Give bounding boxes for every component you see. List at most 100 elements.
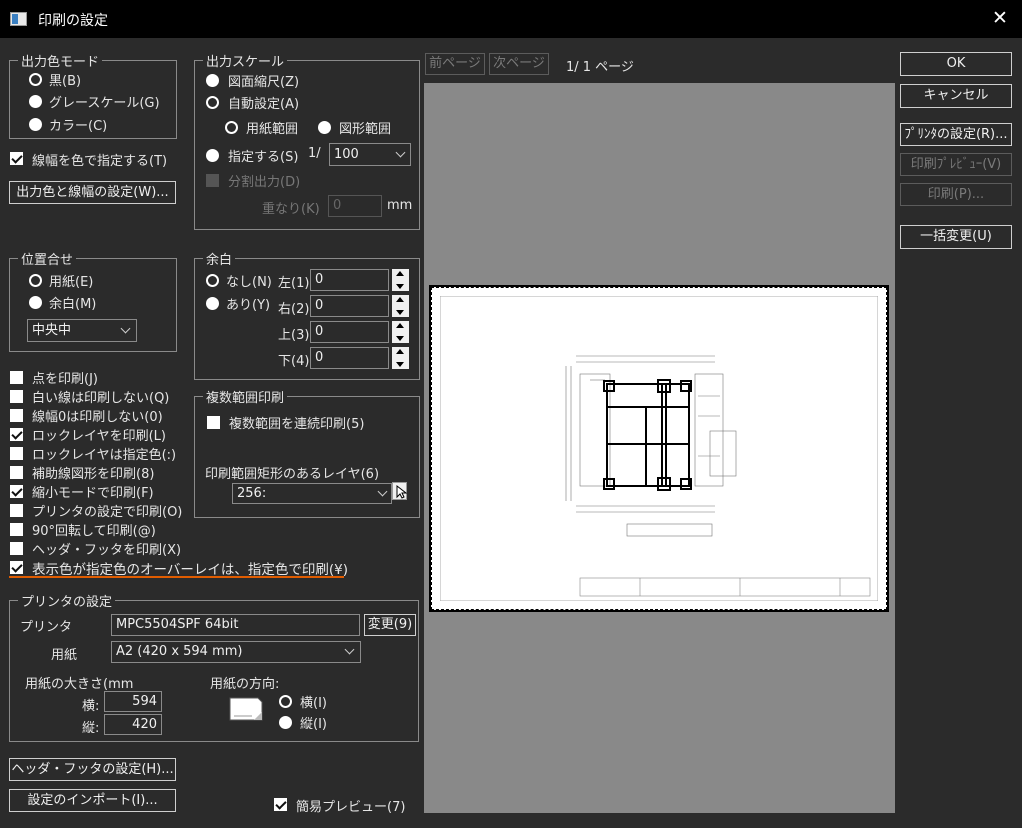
align-margin-label: 余白(M)	[49, 297, 97, 312]
paper-size-value: A2 (420 x 594 mm)	[116, 644, 243, 659]
paper-height-value: 420	[132, 717, 157, 732]
paper-width-label: 横:	[82, 699, 100, 714]
prev-page-button[interactable]: 前ページ	[425, 53, 485, 75]
color-width-settings-button[interactable]: 出力色と線幅の設定(W)...	[9, 181, 176, 204]
scale-auto-label: 自動設定(A)	[228, 97, 300, 112]
margin-exists-radio[interactable]	[206, 297, 219, 310]
scale-ratio-value: 100	[334, 147, 359, 162]
margin-bottom-label: 下(4)	[278, 354, 310, 369]
pointer-icon	[396, 484, 407, 499]
scale-drawing-radio[interactable]	[206, 74, 219, 87]
paper-height-field: 420	[104, 714, 162, 735]
orientation-landscape-label: 横(I)	[300, 696, 327, 711]
scale-specify-radio[interactable]	[206, 149, 219, 162]
check-printer-settings-print[interactable]	[10, 504, 23, 517]
printer-name-field: MPC5504SPF 64bit	[111, 614, 360, 636]
window-title: 印刷の設定	[38, 13, 108, 29]
paper-range-label: 用紙範囲	[246, 122, 299, 137]
simple-preview-label: 簡易プレビュー(7)	[296, 800, 406, 815]
margin-right-input[interactable]: 0	[310, 295, 389, 317]
margin-bottom-spinner[interactable]	[392, 347, 409, 369]
margin-bottom-value: 0	[315, 350, 324, 365]
orientation-portrait-label: 縦(I)	[300, 717, 327, 732]
margin-top-label: 上(3)	[278, 328, 310, 343]
output-scale-legend: 出力スケール	[203, 51, 288, 70]
output-color-mode-legend: 出力色モード	[18, 51, 103, 70]
ok-button[interactable]: OK	[900, 52, 1012, 76]
app-icon	[10, 12, 27, 26]
check-rotate-90[interactable]	[10, 523, 23, 536]
figure-range-radio[interactable]	[318, 121, 331, 134]
header-footer-settings-button[interactable]: ヘッダ・フッタの設定(H)...	[9, 758, 176, 781]
check-lock-layer-color[interactable]	[10, 447, 23, 460]
check-print-aux-lines[interactable]	[10, 466, 23, 479]
color-mode-black-radio[interactable]	[29, 73, 42, 86]
print-button[interactable]: 印刷(P)...	[900, 183, 1012, 206]
check-label: 補助線図形を印刷(8)	[32, 467, 155, 482]
margin-top-spinner[interactable]	[392, 321, 409, 343]
color-mode-black-label: 黒(B)	[49, 74, 82, 89]
margin-right-spinner[interactable]	[392, 295, 409, 317]
multi-range-layer-select[interactable]: 256:	[232, 483, 392, 504]
margin-left-label: 左(1)	[278, 276, 310, 291]
check-reduced-mode[interactable]	[10, 485, 23, 498]
align-margin-radio[interactable]	[29, 296, 42, 309]
check-label: プリンタの設定で印刷(O)	[32, 505, 183, 520]
align-position-value: 中央中	[32, 323, 72, 338]
margin-none-label: なし(N)	[226, 275, 272, 290]
paper-range-radio[interactable]	[225, 121, 238, 134]
check-label: 縮小モードで印刷(F)	[32, 486, 154, 501]
next-page-button[interactable]: 次ページ	[489, 53, 549, 75]
import-settings-button[interactable]: 設定のインポート(I)...	[9, 789, 176, 812]
margin-legend: 余白	[203, 249, 236, 268]
margin-bottom-input[interactable]: 0	[310, 347, 389, 369]
margin-right-value: 0	[315, 298, 324, 313]
color-mode-color-radio[interactable]	[29, 118, 42, 131]
scale-ratio-prefix: 1/	[308, 146, 321, 161]
layer-pick-button[interactable]	[392, 482, 407, 500]
highlight-underline	[9, 576, 344, 578]
scale-drawing-label: 図面縮尺(Z)	[228, 75, 300, 90]
check-label: 90°回転して印刷(@)	[32, 524, 156, 539]
split-output-checkbox[interactable]	[206, 174, 219, 187]
paper-size-select[interactable]: A2 (420 x 594 mm)	[111, 641, 361, 663]
bulk-change-button[interactable]: 一括変更(U)	[900, 225, 1012, 249]
margin-left-value: 0	[315, 272, 324, 287]
line-width-by-color-label: 線幅を色で指定する(T)	[32, 154, 168, 169]
overlap-input[interactable]: 0	[328, 195, 382, 217]
simple-preview-checkbox[interactable]	[274, 798, 287, 811]
page-indicator: 1/ 1 ページ	[566, 60, 634, 75]
check-print-points[interactable]	[10, 371, 23, 384]
overlap-unit: mm	[387, 198, 413, 213]
margin-right-label: 右(2)	[278, 302, 310, 317]
print-preview-button[interactable]: 印刷ﾌﾟﾚﾋﾞｭｰ(V)	[900, 153, 1012, 176]
printer-setup-button[interactable]: ﾌﾟﾘﾝﾀの設定(R)...	[900, 123, 1012, 146]
color-mode-color-label: カラー(C)	[49, 119, 108, 134]
margin-none-radio[interactable]	[206, 274, 219, 287]
check-label: 白い線は印刷しない(Q)	[32, 391, 170, 406]
line-width-by-color-checkbox[interactable]	[10, 152, 23, 165]
multi-range-layer-label: 印刷範囲矩形のあるレイヤ(6)	[205, 467, 380, 482]
close-icon[interactable]: ✕	[988, 6, 1012, 30]
margin-left-input[interactable]: 0	[310, 269, 389, 291]
color-mode-gray-label: グレースケール(G)	[49, 96, 160, 111]
cancel-button[interactable]: キャンセル	[900, 84, 1012, 108]
margin-top-input[interactable]: 0	[310, 321, 389, 343]
check-no-zero-width[interactable]	[10, 409, 23, 422]
check-overlay-color[interactable]	[10, 561, 23, 574]
change-printer-button[interactable]: 変更(9)	[364, 614, 416, 636]
multi-range-continuous-checkbox[interactable]	[207, 416, 220, 429]
scale-auto-radio[interactable]	[206, 96, 219, 109]
orientation-portrait-radio[interactable]	[279, 716, 292, 729]
check-label: ロックレイヤを印刷(L)	[32, 429, 166, 444]
color-mode-gray-radio[interactable]	[29, 95, 42, 108]
check-header-footer[interactable]	[10, 542, 23, 555]
orientation-landscape-radio[interactable]	[279, 695, 292, 708]
align-position-select[interactable]: 中央中	[27, 319, 137, 342]
margin-exists-label: あり(Y)	[226, 298, 271, 313]
margin-left-spinner[interactable]	[392, 269, 409, 291]
align-paper-radio[interactable]	[29, 274, 42, 287]
check-print-lock-layer[interactable]	[10, 428, 23, 441]
check-no-white-lines[interactable]	[10, 390, 23, 403]
check-label: 線幅0は印刷しない(0)	[32, 410, 163, 425]
